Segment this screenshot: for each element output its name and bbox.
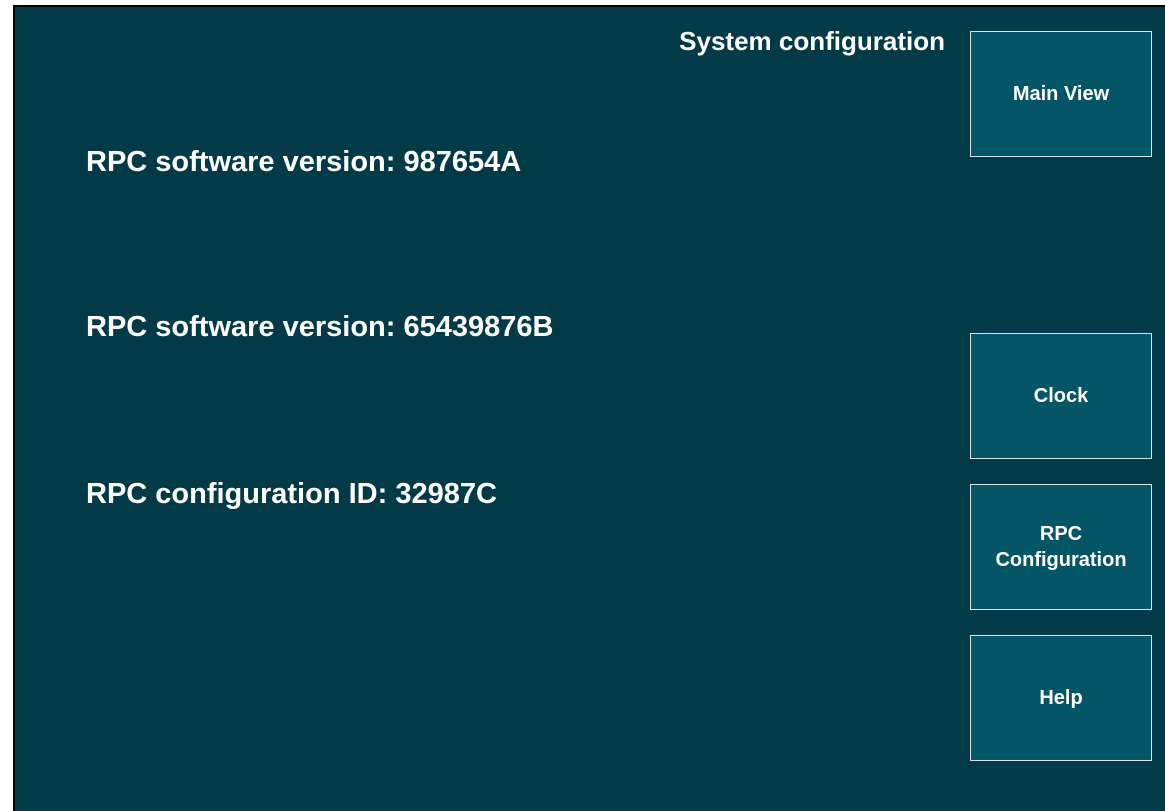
page-title: System configuration — [679, 26, 945, 56]
rpc-software-version-1: RPC software version: 987654A — [86, 146, 522, 178]
main-view-button-label: Main View — [1012, 83, 1110, 105]
rpc-configuration-id: RPC configuration ID: 32987C — [86, 478, 497, 510]
help-button[interactable]: Help — [970, 635, 1152, 761]
rpc-configuration-button[interactable]: RPC Configuration — [970, 484, 1152, 610]
main-view-button[interactable]: Main View — [970, 31, 1152, 157]
clock-button[interactable]: Clock — [970, 333, 1152, 459]
help-button-label: Help — [1039, 687, 1083, 709]
rpc-software-version-2: RPC software version: 65439876B — [86, 311, 554, 343]
rpc-configuration-button-label: RPC Configuration — [995, 523, 1127, 571]
clock-button-label: Clock — [1033, 385, 1089, 407]
system-configuration-screen: System configuration RPC software versio… — [13, 5, 1165, 811]
